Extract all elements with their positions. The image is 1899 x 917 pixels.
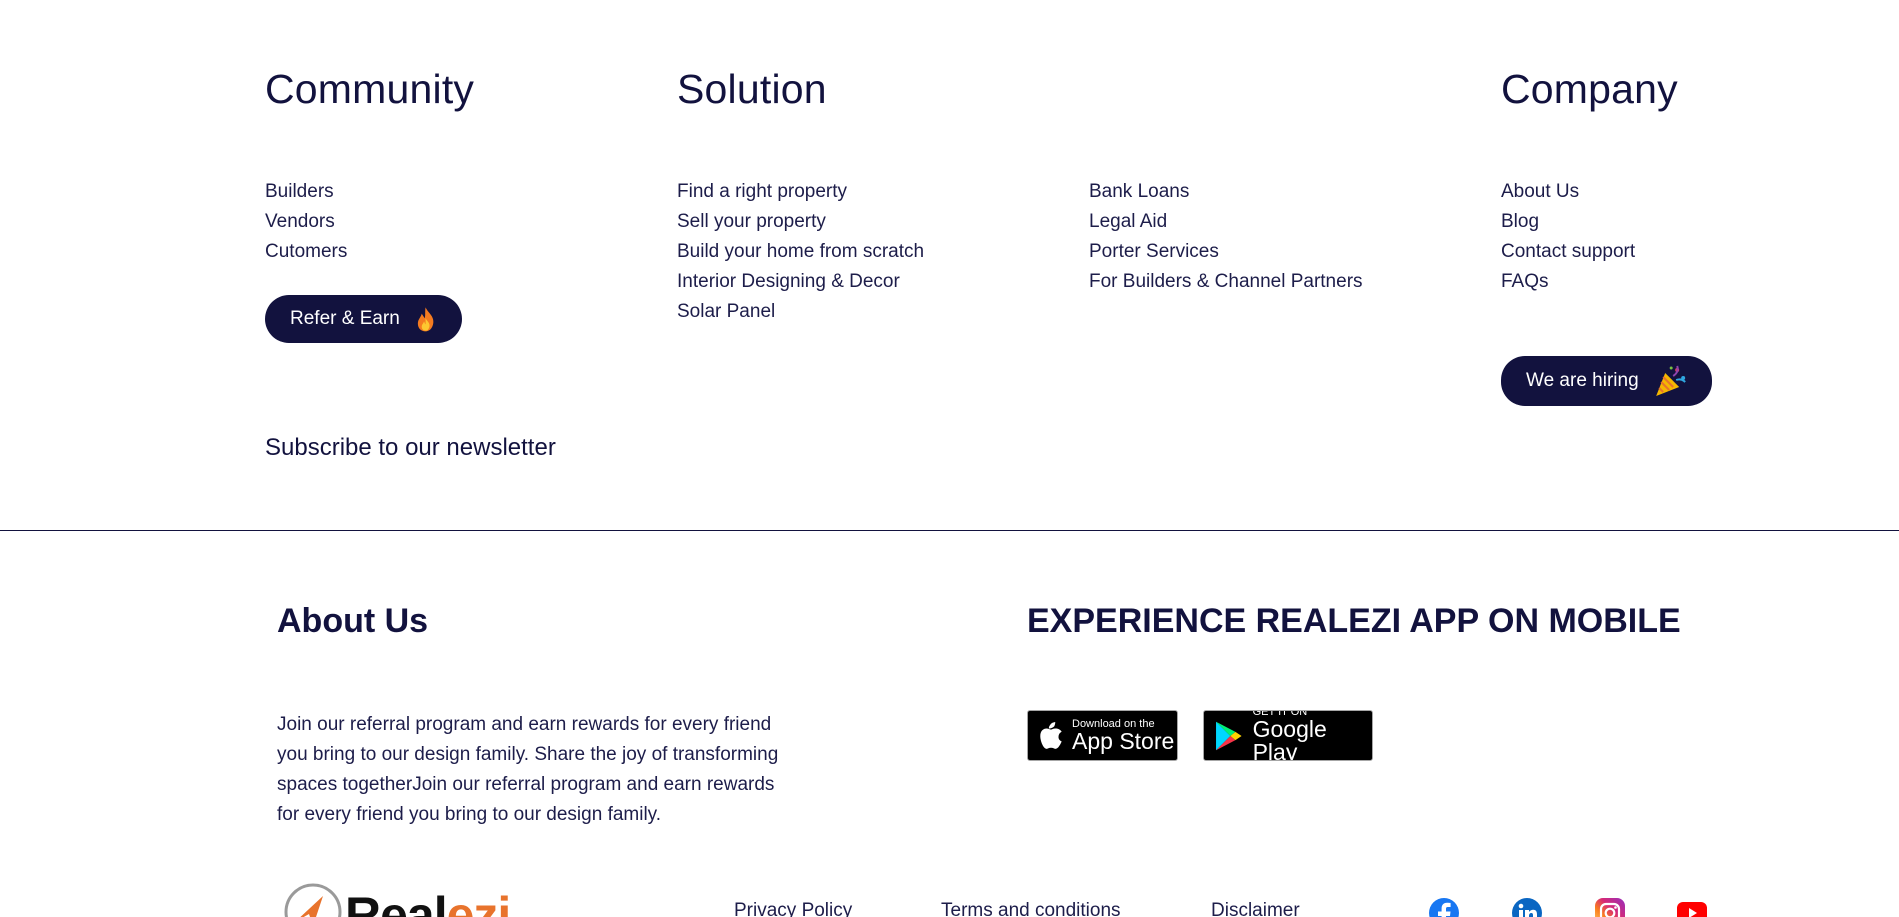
newsletter-label: Subscribe to our newsletter (265, 434, 556, 461)
hiring-label: We are hiring (1526, 370, 1639, 391)
realezi-logo[interactable]: Realezi (283, 880, 543, 917)
community-heading: Community (265, 66, 475, 112)
solution-link-porter[interactable]: Porter Services (1089, 237, 1363, 267)
refer-earn-button[interactable]: Refer & Earn (265, 295, 462, 343)
logo-text-ezi: ezi (446, 887, 512, 917)
company-links: About Us Blog Contact support FAQs (1501, 177, 1635, 297)
party-popper-icon (1655, 365, 1686, 396)
solution-link-build-home[interactable]: Build your home from scratch (677, 237, 924, 267)
hiring-button[interactable]: We are hiring (1501, 356, 1712, 406)
company-heading: Company (1501, 66, 1678, 112)
fire-icon (417, 307, 434, 332)
company-link-blog[interactable]: Blog (1501, 207, 1635, 237)
apple-icon (1040, 721, 1062, 749)
solution-link-interior[interactable]: Interior Designing & Decor (677, 267, 924, 297)
disclaimer-link[interactable]: Disclaimer (1211, 900, 1300, 917)
solution-link-builders-partners[interactable]: For Builders & Channel Partners (1089, 267, 1363, 297)
google-play-text: GET IT ON Google Play (1252, 711, 1372, 761)
terms-link[interactable]: Terms and conditions (941, 900, 1121, 917)
section-divider (0, 530, 1899, 531)
app-store-big: App Store (1072, 727, 1175, 754)
about-text: Join our referral program and earn rewar… (277, 714, 779, 825)
about-title: About Us (277, 602, 429, 640)
facebook-icon[interactable] (1428, 897, 1460, 917)
company-link-contact[interactable]: Contact support (1501, 237, 1635, 267)
refer-earn-label: Refer & Earn (290, 308, 400, 329)
privacy-policy-link[interactable]: Privacy Policy (734, 900, 852, 917)
app-store-button[interactable]: Download on the App Store (1027, 710, 1178, 761)
linkedin-icon[interactable] (1511, 897, 1543, 917)
company-link-about[interactable]: About Us (1501, 177, 1635, 207)
google-play-button[interactable]: GET IT ON Google Play (1203, 710, 1373, 761)
company-link-faqs[interactable]: FAQs (1501, 267, 1635, 297)
community-link-vendors[interactable]: Vendors (265, 207, 347, 237)
solution-heading: Solution (677, 66, 827, 112)
youtube-icon[interactable] (1676, 897, 1708, 917)
community-link-builders[interactable]: Builders (265, 177, 347, 207)
solution-link-bank-loans[interactable]: Bank Loans (1089, 177, 1363, 207)
solution-link-find-property[interactable]: Find a right property (677, 177, 924, 207)
solution-link-solar[interactable]: Solar Panel (677, 297, 924, 327)
solution-links-a: Find a right property Sell your property… (677, 177, 924, 327)
solution-links-b: Bank Loans Legal Aid Porter Services For… (1089, 177, 1363, 297)
logo-text: Realezi (345, 886, 512, 917)
community-links: Builders Vendors Cutomers (265, 177, 347, 267)
app-store-text: Download on the App Store (1072, 718, 1175, 754)
logo-mark-icon (284, 883, 342, 917)
google-play-big: Google Play (1252, 716, 1327, 761)
solution-link-sell-property[interactable]: Sell your property (677, 207, 924, 237)
community-link-customers[interactable]: Cutomers (265, 237, 347, 267)
solution-link-legal-aid[interactable]: Legal Aid (1089, 207, 1363, 237)
instagram-icon[interactable] (1594, 897, 1626, 917)
logo-text-real: Real (345, 887, 448, 917)
google-play-icon (1216, 721, 1242, 750)
app-title: EXPERIENCE REALEZI APP ON MOBILE (1027, 602, 1681, 640)
